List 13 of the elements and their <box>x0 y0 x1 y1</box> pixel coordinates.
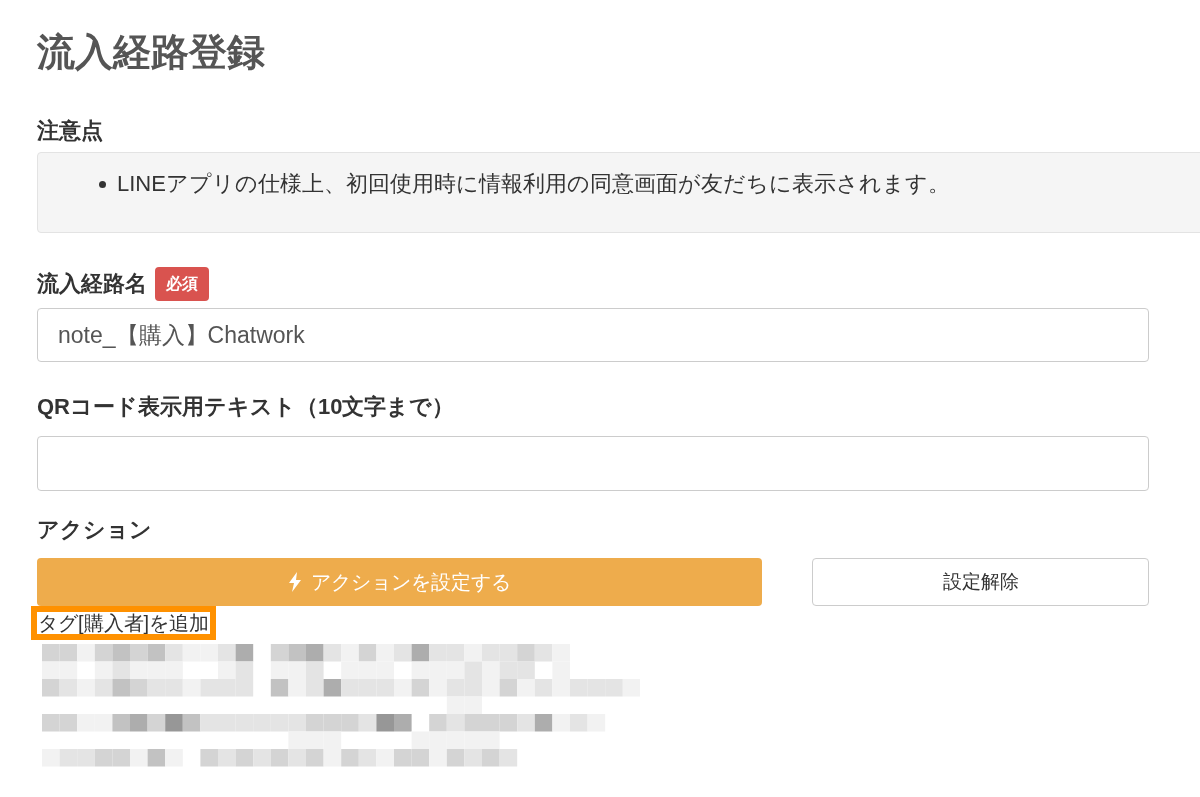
clear-setting-button[interactable]: 設定解除 <box>812 558 1149 606</box>
section-heading: 注意点 <box>37 117 103 145</box>
notice-text: LINEアプリの仕様上、初回使用時に情報利用の同意画面が友だちに表示されます。 <box>117 170 950 198</box>
action-summary-text: タグ[購入者]を追加 <box>31 606 217 640</box>
lightning-icon <box>288 572 301 592</box>
text-input[interactable]: note_【購入】Chatwork <box>37 308 1149 362</box>
field-label: QRコード表示用テキスト（10文字まで） <box>37 393 455 421</box>
section-heading: アクション <box>37 516 152 544</box>
text-input[interactable] <box>37 436 1149 491</box>
required-badge: 必須 <box>155 267 209 301</box>
bullet-icon <box>99 180 106 188</box>
page-title: 流入経路登録 <box>37 30 265 75</box>
field-label: 流入経路名 <box>37 270 147 298</box>
